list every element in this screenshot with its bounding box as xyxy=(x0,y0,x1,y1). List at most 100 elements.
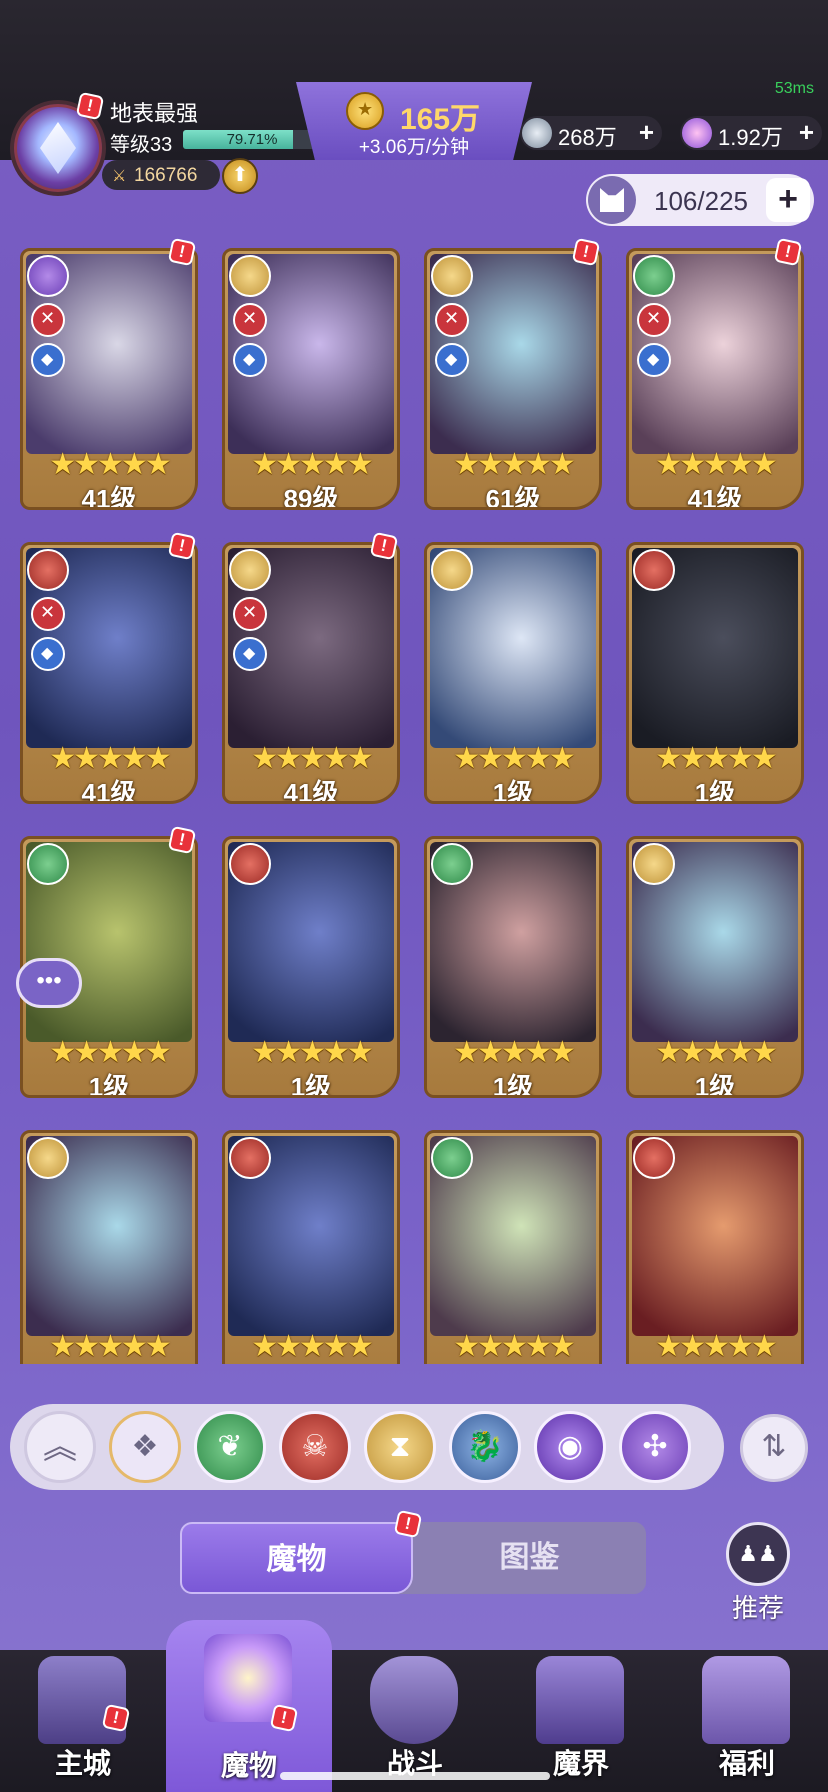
capacity-count: 106/225 xyxy=(654,186,748,216)
recommend-button[interactable]: 推荐 xyxy=(722,1522,794,1625)
combat-power: ⚔ 166766 xyxy=(102,160,220,190)
monster-level: 41级 xyxy=(81,484,137,510)
silver-add-button[interactable]: + xyxy=(639,117,654,148)
star-rating: ★★★★★ xyxy=(251,1330,373,1363)
leaf-glyph: ❦ xyxy=(217,1430,243,1463)
defense-badge-icon xyxy=(31,637,65,671)
sand-faction-icon xyxy=(431,255,473,297)
home-indicator xyxy=(280,1772,550,1780)
leaf-icon[interactable]: ❦ xyxy=(194,1411,266,1483)
star-rating: ★★★★★ xyxy=(453,742,575,775)
monster-card[interactable]: ★★★★★ 1级 xyxy=(424,542,602,804)
nav-monster[interactable]: 魔物 xyxy=(166,1620,332,1792)
star-rating: ★★★★★ xyxy=(655,448,777,481)
monster-card[interactable]: ★★★★★ xyxy=(222,1130,400,1364)
monster-card[interactable]: ★★★★★ xyxy=(626,1130,804,1364)
tab-monster[interactable]: 魔物 xyxy=(180,1522,413,1594)
monster-card[interactable]: ★★★★★ xyxy=(20,1130,198,1364)
double-chevron-up-icon[interactable]: ︽ xyxy=(24,1411,96,1483)
monster-level: 89级 xyxy=(283,484,339,510)
sword-power-icon: ⚔ xyxy=(112,168,127,185)
monster-card[interactable]: ★★★★★ 41级 xyxy=(20,248,198,510)
card-alert-icon: ! xyxy=(773,237,803,267)
recommend-label: 推荐 xyxy=(731,1593,784,1623)
sort-button[interactable]: ⇅ xyxy=(740,1414,808,1482)
wind-faction-icon xyxy=(27,255,69,297)
nav-alert-icon: ! xyxy=(101,1703,131,1733)
crystal-add-button[interactable]: + xyxy=(799,117,814,148)
skull-faction-icon xyxy=(27,549,69,591)
sand-faction-icon xyxy=(431,549,473,591)
monster-card[interactable]: ★★★★★ 61级 xyxy=(424,248,602,510)
dragon-icon[interactable]: 🐉 xyxy=(449,1411,521,1483)
expand-capacity-button[interactable]: + xyxy=(766,178,810,222)
nav-home[interactable]: 主城 xyxy=(0,1650,166,1792)
monster-card[interactable]: ★★★★★ xyxy=(424,1130,602,1364)
defense-badge-icon xyxy=(233,343,267,377)
defense-badge-icon xyxy=(435,343,469,377)
upgrade-arrow-button[interactable]: ⬆ xyxy=(222,158,258,194)
defense-badge-icon xyxy=(637,343,671,377)
monster-card[interactable]: ★★★★★ 1级 xyxy=(626,542,804,804)
leaf-faction-icon xyxy=(27,843,69,885)
wind-swirl-icon[interactable]: ✣ xyxy=(619,1411,691,1483)
chat-bubble-icon[interactable]: ••• xyxy=(16,958,82,1008)
attack-badge-icon xyxy=(637,303,671,337)
monster-card[interactable]: ★★★★★ 1级 xyxy=(222,836,400,1098)
nav-label: 主城 xyxy=(54,1748,111,1779)
star-rating: ★★★★★ xyxy=(251,742,373,775)
avatar-alert-icon: ! xyxy=(75,91,105,121)
defense-badge-icon xyxy=(233,637,267,671)
hourglass-icon[interactable]: ⧗ xyxy=(364,1411,436,1483)
star-rating: ★★★★★ xyxy=(49,1330,171,1363)
attack-badge-icon xyxy=(233,597,267,631)
tab-alert-icon: ! xyxy=(393,1509,423,1539)
demon-gate-icon xyxy=(536,1656,624,1744)
star-rating: ★★★★★ xyxy=(655,1330,777,1363)
monster-card[interactable]: ★★★★★ 89级 xyxy=(222,248,400,510)
crystal-resource[interactable]: 1.92万 + xyxy=(680,116,822,150)
star-rating: ★★★★★ xyxy=(49,1036,171,1069)
nav-demon-realm[interactable]: 魔界 xyxy=(498,1650,664,1792)
dragon-glyph: 🐉 xyxy=(466,1430,504,1463)
monster-card[interactable]: ★★★★★ 41级 xyxy=(222,542,400,804)
attack-badge-icon xyxy=(31,303,65,337)
monster-level: 1级 xyxy=(694,1072,736,1098)
nav-alert-icon: ! xyxy=(269,1703,299,1733)
monster-card[interactable]: ★★★★★ 41级 xyxy=(20,542,198,804)
monster-level: 41级 xyxy=(81,778,137,804)
star-rating: ★★★★★ xyxy=(453,448,575,481)
monster-level: 1级 xyxy=(88,1072,130,1098)
crystal-amount: 1.92万 xyxy=(718,125,783,150)
wind-glyph: ✣ xyxy=(642,1430,668,1463)
card-alert-icon: ! xyxy=(369,531,399,561)
eye-icon[interactable]: ◉ xyxy=(534,1411,606,1483)
collapse-glyph: ︽ xyxy=(43,1428,77,1466)
star-rating: ★★★★★ xyxy=(49,742,171,775)
gold-panel[interactable]: 165万 +3.06万/分钟 xyxy=(296,82,532,160)
silver-amount: 268万 xyxy=(558,125,617,150)
gold-coin-icon xyxy=(346,92,384,130)
tab-codex[interactable]: 图鉴 xyxy=(413,1522,646,1594)
monster-capacity: 106/225 + xyxy=(586,174,814,226)
sand-faction-icon xyxy=(633,843,675,885)
card-alert-icon: ! xyxy=(571,237,601,267)
monster-grid: ★★★★★ 41级 ★★★★★ 89级 ★★★★★ 61级 ★★★★★ 41级 ★★★★★ 41级… xyxy=(20,248,810,1364)
monster-card[interactable]: ★★★★★ 1级 xyxy=(424,836,602,1098)
combat-power-value: 166766 xyxy=(134,165,198,186)
all-glyph: ❖ xyxy=(131,1430,159,1463)
nav-welfare[interactable]: 福利 xyxy=(664,1650,828,1792)
monster-card[interactable]: ★★★★★ 41级 xyxy=(626,248,804,510)
faction-filter-bar: ︽ ❖ ❦ ☠ ⧗ 🐉 ◉ ✣ xyxy=(10,1404,724,1490)
skull-mask-icon[interactable]: ☠ xyxy=(279,1411,351,1483)
player-level: 等级33 xyxy=(110,134,173,156)
defense-badge-icon xyxy=(31,343,65,377)
monster-level: 1级 xyxy=(290,1072,332,1098)
star-rating: ★★★★★ xyxy=(655,742,777,775)
silver-resource[interactable]: 268万 + xyxy=(520,116,662,150)
diamond-grid-icon[interactable]: ❖ xyxy=(109,1411,181,1483)
nav-battle[interactable]: 战斗 xyxy=(332,1650,498,1792)
star-rating: ★★★★★ xyxy=(49,448,171,481)
sword-shield-icon xyxy=(370,1656,458,1744)
monster-card[interactable]: ★★★★★ 1级 xyxy=(626,836,804,1098)
